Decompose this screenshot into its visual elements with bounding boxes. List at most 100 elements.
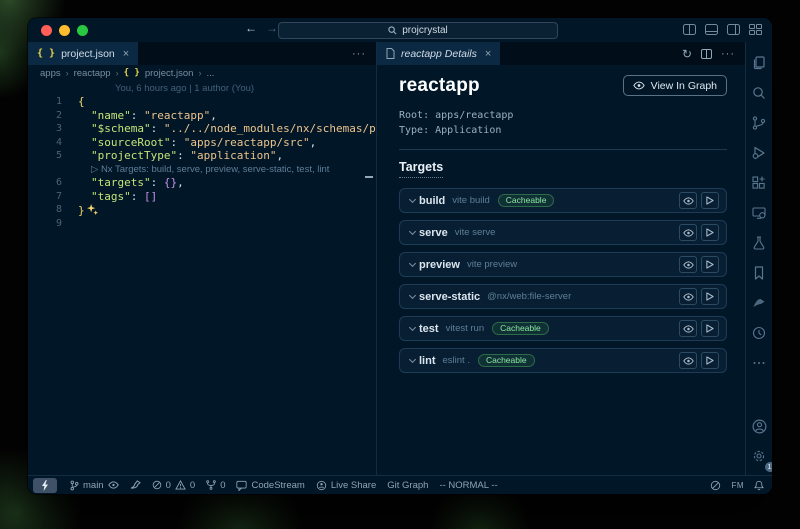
test-beaker-icon[interactable] bbox=[746, 228, 773, 258]
code-editor[interactable]: You, 6 hours ago | 1 author (You) 1{2"na… bbox=[28, 81, 376, 475]
right-tab-bar: reactapp Details × ↻ ··· bbox=[377, 42, 745, 65]
line-number: 7 bbox=[28, 190, 62, 204]
problems-item[interactable]: 0 0 bbox=[152, 480, 196, 491]
overview-ruler-mark bbox=[365, 176, 373, 178]
history-icon[interactable] bbox=[746, 318, 773, 348]
bell-icon[interactable] bbox=[754, 480, 764, 491]
files-icon[interactable] bbox=[746, 48, 773, 78]
toggle-split-editor-icon[interactable] bbox=[683, 24, 696, 35]
more-icon[interactable] bbox=[746, 348, 773, 378]
tab-reactapp-details[interactable]: reactapp Details × bbox=[377, 42, 500, 65]
code-text: "targets": {}, bbox=[78, 176, 184, 190]
fork-count-item[interactable]: 0 bbox=[206, 480, 225, 491]
settings-badge: 1 bbox=[765, 462, 773, 472]
bookmarks-icon[interactable] bbox=[746, 258, 773, 288]
chevron-down-icon[interactable] bbox=[409, 196, 416, 203]
settings-gear-icon[interactable]: 1 bbox=[746, 441, 773, 471]
forward-button[interactable]: → bbox=[266, 21, 278, 35]
view-target-button[interactable] bbox=[679, 320, 697, 337]
view-target-button[interactable] bbox=[679, 288, 697, 305]
toggle-secondary-sidebar-icon[interactable] bbox=[727, 24, 740, 35]
chevron-down-icon[interactable] bbox=[409, 356, 416, 363]
gitlens-blame: You, 6 hours ago | 1 author (You) bbox=[115, 82, 376, 95]
code-text: "tags": [] bbox=[78, 190, 157, 204]
chevron-down-icon[interactable] bbox=[409, 324, 416, 331]
json-file-icon: { } bbox=[37, 48, 55, 59]
run-target-button[interactable] bbox=[701, 320, 719, 337]
close-tab-icon[interactable]: × bbox=[123, 48, 129, 60]
source-control-icon[interactable] bbox=[746, 108, 773, 138]
split-editor-icon[interactable] bbox=[701, 49, 712, 59]
play-icon bbox=[706, 196, 714, 205]
bird-item[interactable] bbox=[130, 480, 141, 490]
breadcrumb-item[interactable]: reactapp bbox=[74, 68, 111, 79]
code-line: 7 "tags": [] bbox=[28, 190, 376, 204]
target-row-test[interactable]: testvitest runCacheable bbox=[399, 316, 727, 341]
cacheable-badge: Cacheable bbox=[492, 322, 549, 336]
view-target-button[interactable] bbox=[679, 224, 697, 241]
target-row-build[interactable]: buildvite buildCacheable bbox=[399, 188, 727, 213]
vim-mode-indicator[interactable]: -- NORMAL -- bbox=[439, 480, 497, 491]
editor-area: { } project.json × ··· apps› reactapp› {… bbox=[28, 42, 772, 475]
right-editor-group: reactapp Details × ↻ ··· reactapp View I… bbox=[377, 42, 745, 475]
account-icon[interactable] bbox=[746, 411, 773, 441]
customize-layout-icon[interactable] bbox=[749, 24, 762, 35]
target-row-serve-static[interactable]: serve-static@nx/web:file-server bbox=[399, 284, 727, 309]
close-tab-icon[interactable]: × bbox=[485, 48, 491, 60]
tab-project-json[interactable]: { } project.json × bbox=[28, 42, 138, 65]
target-row-serve[interactable]: servevite serve bbox=[399, 220, 727, 245]
nx-console-icon[interactable] bbox=[746, 288, 773, 318]
run-target-button[interactable] bbox=[701, 288, 719, 305]
chevron-down-icon[interactable] bbox=[409, 228, 416, 235]
blocked-icon[interactable] bbox=[710, 480, 721, 491]
activity-bar: 1 bbox=[745, 42, 772, 475]
git-graph-item[interactable]: Git Graph bbox=[387, 480, 428, 491]
target-row-lint[interactable]: linteslint .Cacheable bbox=[399, 348, 727, 373]
git-branch-icon bbox=[70, 480, 79, 491]
breadcrumb-item[interactable]: apps bbox=[40, 68, 61, 79]
search-icon[interactable] bbox=[746, 78, 773, 108]
target-name: lint bbox=[419, 355, 436, 367]
view-target-button[interactable] bbox=[679, 352, 697, 369]
eye-icon bbox=[633, 81, 645, 90]
view-target-button[interactable] bbox=[679, 256, 697, 273]
minimize-window-button[interactable] bbox=[59, 25, 70, 36]
status-bar: main 0 0 0 CodeStream Live Share Git Gra… bbox=[28, 475, 772, 494]
run-target-button[interactable] bbox=[701, 256, 719, 273]
run-target-button[interactable] bbox=[701, 352, 719, 369]
chevron-down-icon[interactable] bbox=[409, 292, 416, 299]
more-actions-icon[interactable]: ··· bbox=[352, 48, 366, 60]
target-command: @nx/web:file-server bbox=[487, 291, 571, 302]
breadcrumb-item[interactable]: ... bbox=[206, 68, 214, 79]
remote-explorer-icon[interactable] bbox=[746, 198, 773, 228]
target-name: serve bbox=[419, 227, 448, 239]
chevron-down-icon[interactable] bbox=[409, 260, 416, 267]
back-button[interactable]: ← bbox=[245, 21, 257, 35]
view-in-graph-button[interactable]: View In Graph bbox=[623, 75, 727, 96]
refresh-icon[interactable]: ↻ bbox=[682, 47, 692, 61]
line-number: 6 bbox=[28, 176, 62, 190]
codestream-item[interactable]: CodeStream bbox=[236, 480, 304, 491]
run-target-button[interactable] bbox=[701, 224, 719, 241]
breadcrumb-item[interactable]: project.json bbox=[145, 68, 194, 79]
command-center-search[interactable]: projcrystal bbox=[278, 22, 558, 39]
zoom-window-button[interactable] bbox=[77, 25, 88, 36]
bird-icon bbox=[130, 480, 141, 490]
codelens-line[interactable]: ▷ Nx Targets: build, serve, preview, ser… bbox=[28, 163, 376, 177]
view-target-button[interactable] bbox=[679, 192, 697, 209]
extensions-icon[interactable] bbox=[746, 168, 773, 198]
nx-targets-codelens[interactable]: ▷ Nx Targets: build, serve, preview, ser… bbox=[78, 163, 329, 177]
target-row-preview[interactable]: previewvite preview bbox=[399, 252, 727, 277]
fm-indicator[interactable]: FM bbox=[731, 481, 744, 490]
toggle-panel-icon[interactable] bbox=[705, 24, 718, 35]
remote-indicator[interactable] bbox=[33, 478, 57, 493]
git-branch-item[interactable]: main bbox=[70, 480, 119, 491]
live-share-item[interactable]: Live Share bbox=[316, 480, 376, 491]
close-window-button[interactable] bbox=[41, 25, 52, 36]
code-line: 4"sourceRoot": "apps/reactapp/src", bbox=[28, 136, 376, 150]
run-debug-icon[interactable] bbox=[746, 138, 773, 168]
more-actions-icon[interactable]: ··· bbox=[721, 48, 735, 60]
project-title: reactapp bbox=[399, 75, 480, 97]
search-query: projcrystal bbox=[402, 25, 448, 36]
run-target-button[interactable] bbox=[701, 192, 719, 209]
